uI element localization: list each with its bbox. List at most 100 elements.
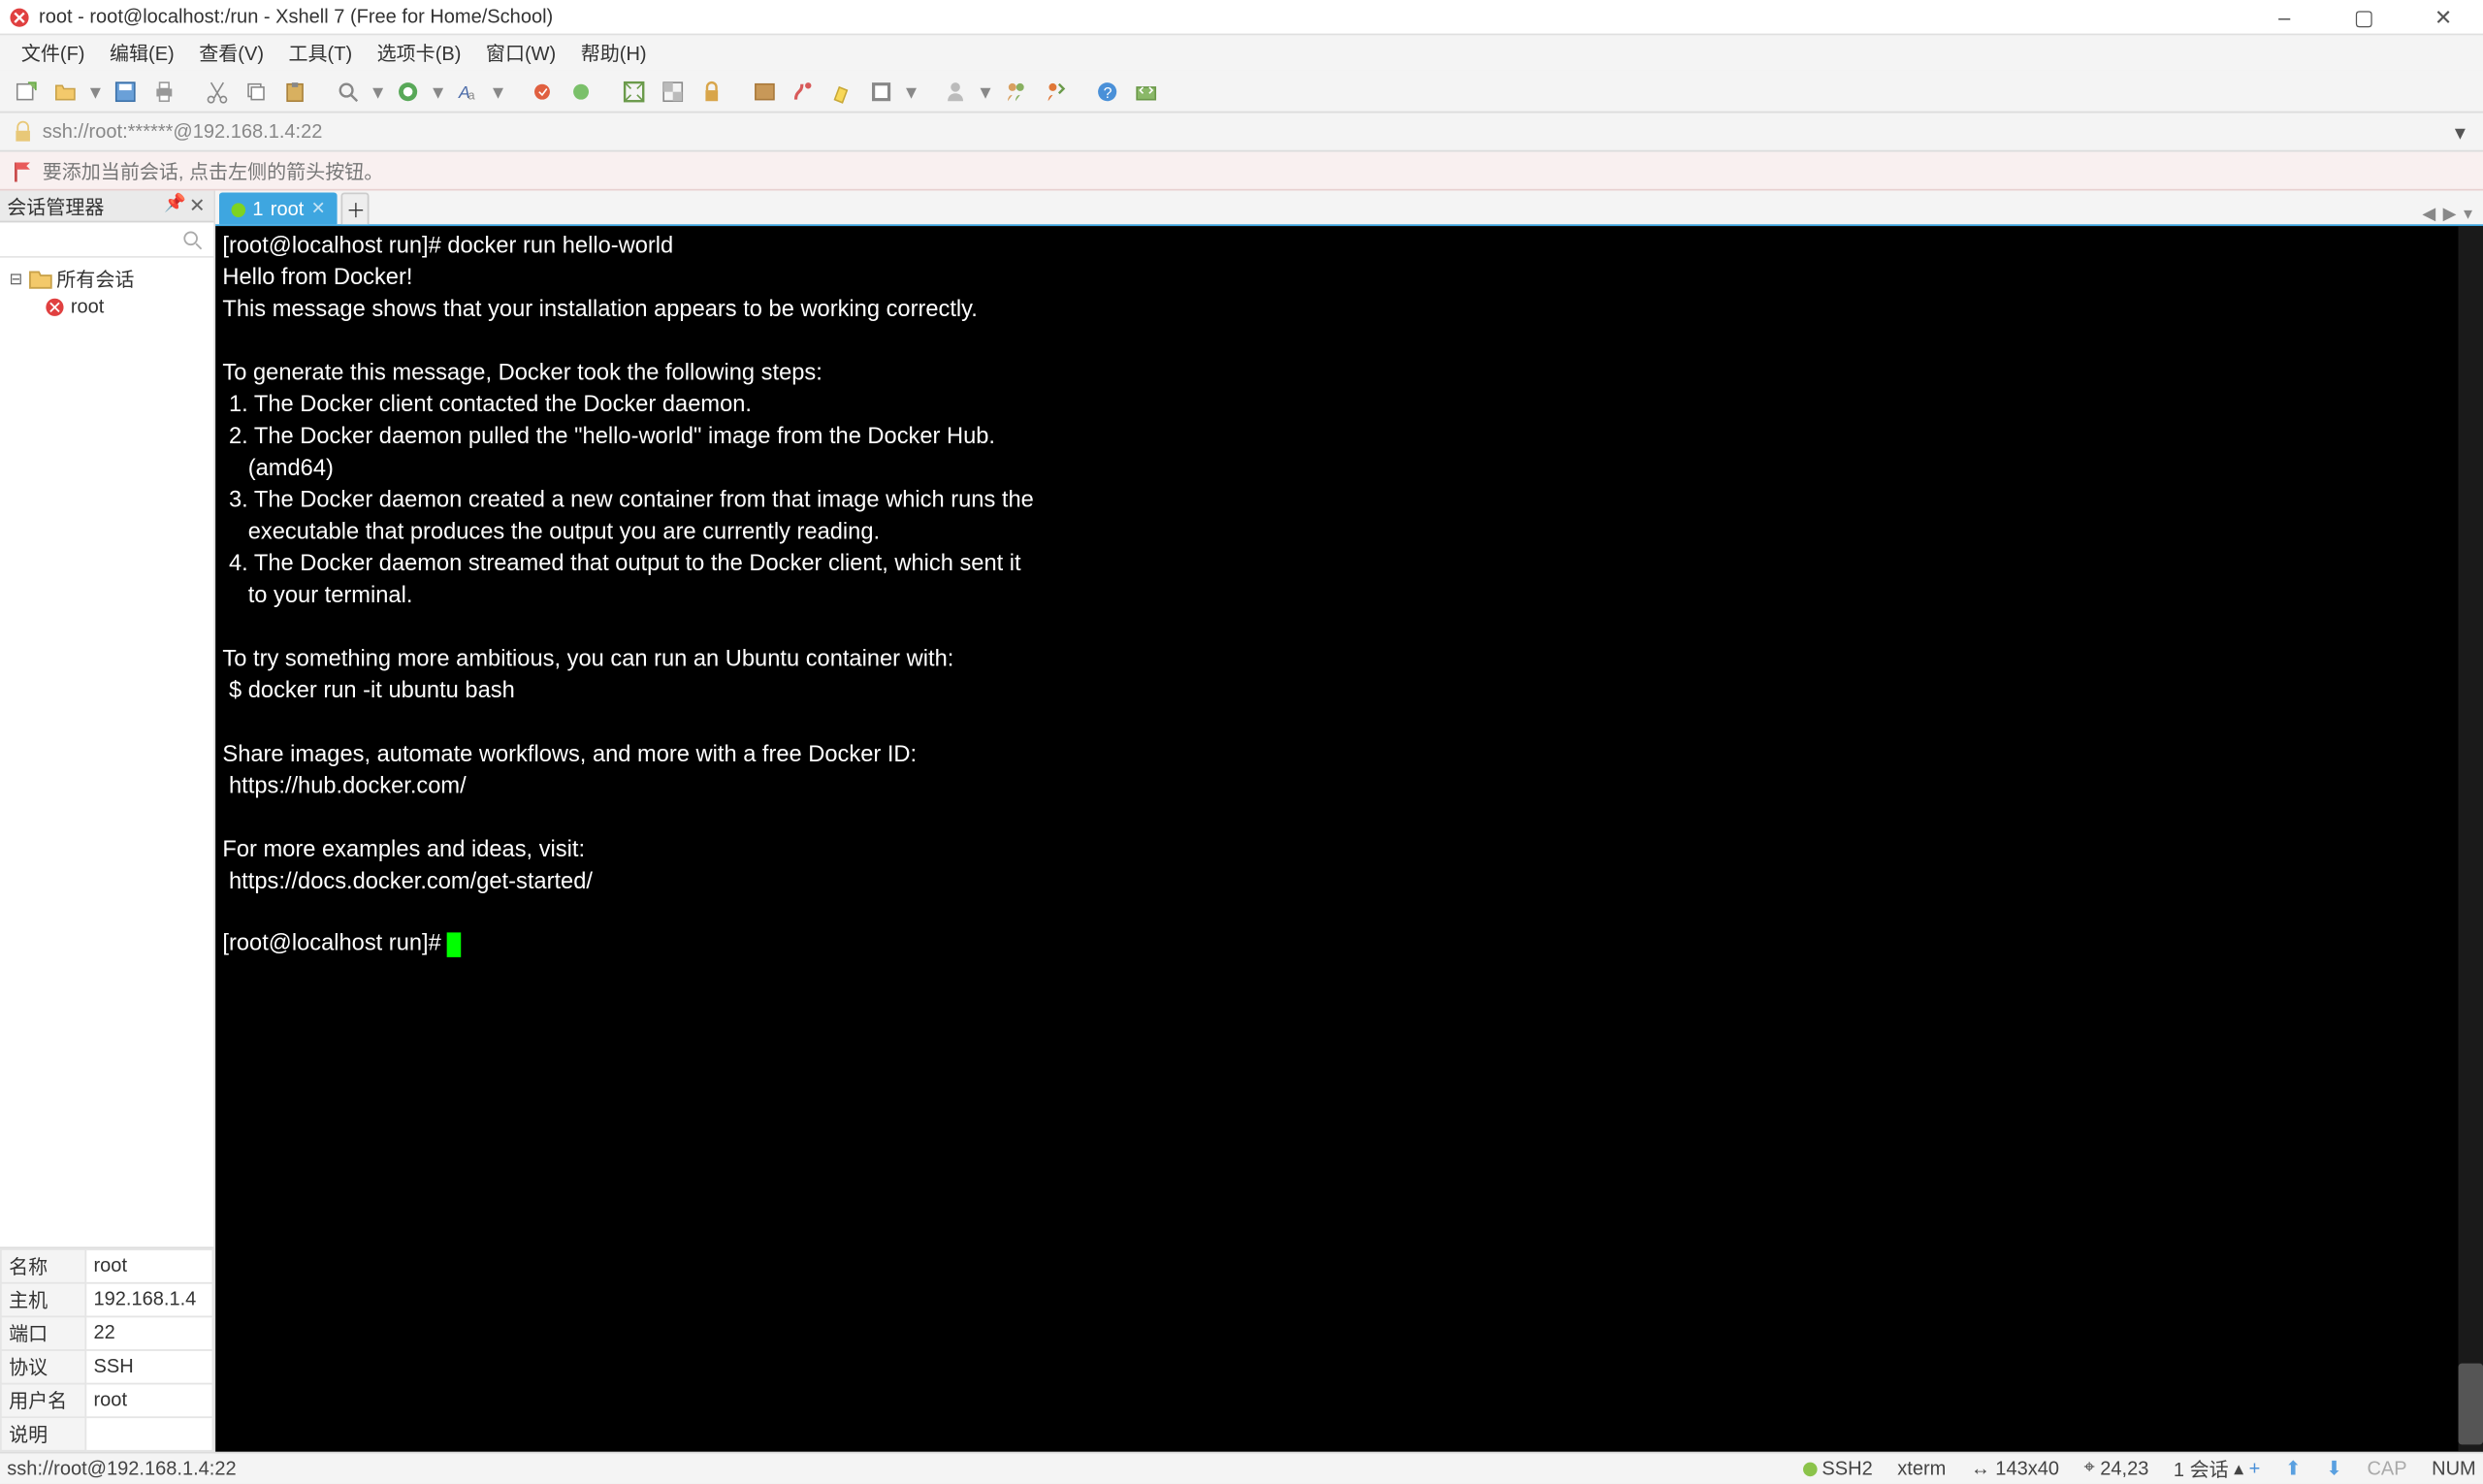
find-icon[interactable] <box>332 75 364 107</box>
xshell-app-icon <box>7 5 31 29</box>
prop-row: 说明 <box>1 1417 212 1451</box>
prop-val: 192.168.1.4 <box>85 1283 212 1317</box>
tab-add-button[interactable]: ＋ <box>341 192 370 224</box>
tree-root-label: 所有会话 <box>56 265 134 293</box>
save-icon[interactable] <box>110 75 142 107</box>
prop-val <box>85 1417 212 1451</box>
prop-val: root <box>85 1249 212 1283</box>
prop-val: 22 <box>85 1316 212 1350</box>
find-dropdown-icon[interactable]: ▾ <box>371 75 385 107</box>
scrollbar-thumb[interactable] <box>2459 1364 2483 1445</box>
props-dropdown-icon[interactable]: ▾ <box>904 75 919 107</box>
pin-icon[interactable]: 📌 <box>164 194 181 217</box>
session-properties: 名称root 主机192.168.1.4 端口22 协议SSH 用户名root … <box>0 1246 213 1451</box>
tab-strip: 1 root ✕ ＋ ◀ ▶ ▾ <box>215 191 2483 226</box>
host-key-icon[interactable] <box>1039 75 1071 107</box>
font-dropdown-icon[interactable]: ▾ <box>491 75 505 107</box>
window-title: root - root@localhost:/run - Xshell 7 (F… <box>39 6 2244 27</box>
address-dropdown-icon[interactable]: ▾ <box>2448 119 2472 144</box>
maximize-button[interactable]: ▢ <box>2324 0 2403 35</box>
close-button[interactable]: ✕ <box>2403 0 2483 35</box>
highlight-icon[interactable] <box>826 75 858 107</box>
prop-row: 名称root <box>1 1249 212 1283</box>
cut-icon[interactable] <box>202 75 234 107</box>
user-key-icon[interactable] <box>1000 75 1032 107</box>
tab-label: root <box>271 199 305 220</box>
menu-tabs[interactable]: 选项卡(B) <box>367 35 472 70</box>
prop-val: SSH <box>85 1350 212 1384</box>
terminal-line: [root@localhost run]# docker run hello-w… <box>222 232 673 258</box>
font-icon[interactable]: Aa <box>452 75 484 107</box>
tab-list-icon[interactable]: ▾ <box>2464 205 2472 224</box>
status-protocol: SSH2 <box>1802 1458 1872 1479</box>
new-session-icon[interactable] <box>11 75 43 107</box>
menu-view[interactable]: 查看(V) <box>188 35 274 70</box>
terminal[interactable]: [root@localhost run]# docker run hello-w… <box>215 226 2483 1452</box>
session-tree[interactable]: ⊟ 所有会话 root <box>0 258 213 1247</box>
reconnect-icon[interactable] <box>527 75 559 107</box>
prop-key: 说明 <box>1 1417 85 1451</box>
prop-row: 主机192.168.1.4 <box>1 1283 212 1317</box>
session-search[interactable] <box>0 222 213 257</box>
status-cap: CAP <box>2367 1458 2406 1479</box>
color-dropdown-icon[interactable]: ▾ <box>431 75 445 107</box>
address-bar[interactable]: ssh://root:******@192.168.1.4:22 ▾ <box>0 113 2483 152</box>
hint-text: 要添加当前会话, 点击左侧的箭头按钮。 <box>43 156 384 184</box>
chevron-up-icon: ▴ <box>2234 1457 2243 1480</box>
session-icon <box>43 295 67 319</box>
tree-item-root[interactable]: root <box>7 293 207 321</box>
lock-icon[interactable] <box>695 75 727 107</box>
session-manager-header: 会话管理器 📌 ✕ <box>0 191 213 223</box>
panel-close-icon[interactable]: ✕ <box>189 194 207 217</box>
prop-key: 主机 <box>1 1283 85 1317</box>
status-download-icon[interactable]: ⬇ <box>2326 1457 2342 1480</box>
color-scheme-icon[interactable] <box>392 75 424 107</box>
menu-window[interactable]: 窗口(W) <box>475 35 566 70</box>
menu-help[interactable]: 帮助(H) <box>570 35 658 70</box>
copy-icon[interactable] <box>241 75 273 107</box>
folder-icon <box>28 267 52 291</box>
terminal-scrollbar[interactable] <box>2459 226 2483 1452</box>
menu-tools[interactable]: 工具(T) <box>278 35 363 70</box>
session-manager-title: 会话管理器 <box>7 192 104 220</box>
xftp-icon[interactable] <box>1130 75 1162 107</box>
status-term-type: xterm <box>1897 1458 1946 1479</box>
status-upload-icon[interactable]: ⬆ <box>2285 1457 2302 1480</box>
connection-status-icon <box>232 202 246 216</box>
prop-row: 用户名root <box>1 1384 212 1418</box>
lock-small-icon <box>11 119 35 144</box>
prop-key: 名称 <box>1 1249 85 1283</box>
menu-edit[interactable]: 编辑(E) <box>99 35 185 70</box>
menu-file[interactable]: 文件(F) <box>11 35 95 70</box>
open-icon[interactable] <box>49 75 81 107</box>
user-dropdown-icon[interactable]: ▾ <box>979 75 993 107</box>
new-file-transfer-icon[interactable] <box>749 75 781 107</box>
pos-icon: ⌖ <box>2084 1457 2095 1480</box>
session-manager-panel: 会话管理器 📌 ✕ ⊟ 所有会话 <box>0 191 215 1452</box>
disconnect-icon[interactable] <box>565 75 597 107</box>
transparency-icon[interactable] <box>657 75 689 107</box>
collapse-icon[interactable]: ⊟ <box>7 270 24 289</box>
paste-icon[interactable] <box>279 75 311 107</box>
terminal-prompt: [root@localhost run]# <box>222 929 447 955</box>
fullscreen-icon[interactable] <box>618 75 650 107</box>
script-icon[interactable] <box>788 75 820 107</box>
tab-next-icon[interactable]: ▶ <box>2443 205 2457 224</box>
help-icon[interactable]: ? <box>1091 75 1123 107</box>
search-icon <box>182 229 204 250</box>
properties-icon[interactable] <box>865 75 897 107</box>
svg-text:a: a <box>468 87 476 102</box>
tab-close-icon[interactable]: ✕ <box>311 200 326 219</box>
flag-icon <box>11 158 35 182</box>
user-icon[interactable] <box>940 75 972 107</box>
tab-root[interactable]: 1 root ✕ <box>219 192 339 224</box>
tree-root[interactable]: ⊟ 所有会话 <box>7 265 207 293</box>
tab-prev-icon[interactable]: ◀ <box>2422 205 2435 224</box>
prop-val: root <box>85 1384 212 1418</box>
print-icon[interactable] <box>148 75 180 107</box>
minimize-button[interactable]: ‒ <box>2244 0 2324 35</box>
status-address: ssh://root@192.168.1.4:22 <box>7 1458 1778 1479</box>
open-dropdown-icon[interactable]: ▾ <box>88 75 103 107</box>
plus-icon[interactable]: + <box>2249 1458 2261 1479</box>
status-sessions[interactable]: 1 会话 ▴ + <box>2174 1454 2261 1482</box>
